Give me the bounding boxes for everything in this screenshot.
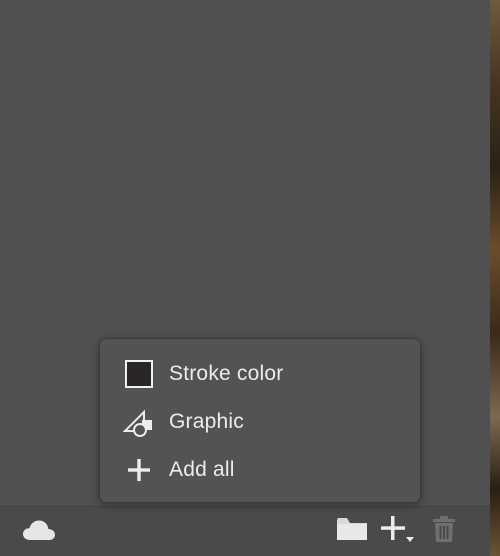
color-swatch-icon	[122, 357, 156, 391]
background-image-strip	[490, 0, 500, 556]
menu-item-label: Add all	[169, 458, 235, 481]
menu-item-add-all[interactable]: Add all	[100, 448, 420, 492]
folder-icon	[337, 518, 367, 540]
panel-footer-toolbar	[0, 506, 490, 556]
add-element-menu: Stroke color Graphic Add all	[99, 338, 421, 503]
menu-item-label: Stroke color	[169, 362, 284, 385]
add-element-dropdown-button[interactable]	[378, 513, 416, 545]
menu-item-stroke-color[interactable]: Stroke color	[100, 352, 420, 396]
menu-item-label: Graphic	[169, 410, 244, 433]
plus-dropdown-icon	[381, 516, 414, 542]
cloud-icon	[23, 520, 55, 540]
menu-item-graphic[interactable]: Graphic	[100, 400, 420, 444]
stroke-color-swatch	[125, 360, 153, 388]
cloud-button[interactable]	[20, 515, 58, 545]
trash-icon	[433, 516, 455, 542]
new-group-folder-button[interactable]	[334, 513, 370, 545]
delete-button[interactable]	[428, 513, 460, 545]
plus-icon	[122, 453, 156, 487]
graphic-icon	[122, 405, 156, 439]
